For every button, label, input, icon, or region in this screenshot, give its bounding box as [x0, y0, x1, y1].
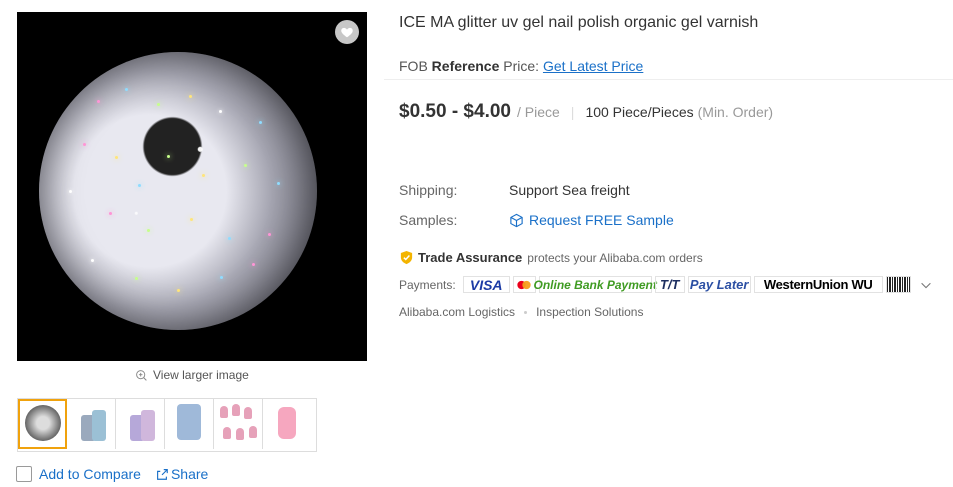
- trade-assurance-title: Trade Assurance: [418, 250, 523, 265]
- fob-reference: Reference: [431, 58, 500, 74]
- favorite-button[interactable]: [335, 20, 359, 44]
- min-order-label: (Min. Order): [697, 104, 774, 120]
- logistics-link[interactable]: Alibaba.com Logistics: [399, 305, 515, 319]
- trade-assurance-text: protects your Alibaba.com orders: [527, 250, 703, 265]
- inspection-link[interactable]: Inspection Solutions: [536, 305, 643, 319]
- view-larger-label: View larger image: [153, 368, 249, 382]
- price-range: $0.50 - $4.00: [399, 101, 511, 122]
- service-divider-dot: [524, 310, 528, 314]
- thumbnail-2[interactable]: [67, 399, 116, 449]
- share-icon[interactable]: [155, 467, 169, 481]
- main-product-image[interactable]: [17, 12, 367, 361]
- services-row: Alibaba.com Logistics Inspection Solutio…: [399, 305, 643, 319]
- get-latest-price-link[interactable]: Get Latest Price: [543, 58, 643, 74]
- mastercard-payment-logo: [512, 276, 536, 293]
- payments-label: Payments:: [399, 277, 456, 292]
- glitter-image: [39, 52, 317, 330]
- magnify-plus-icon: [136, 369, 147, 381]
- online-bank-payment-logo: Online Bank Payment: [533, 276, 657, 293]
- section-divider: [384, 79, 953, 80]
- western-union-logo: WesternUnion WU: [753, 276, 883, 293]
- price-divider: |: [570, 104, 575, 120]
- request-sample-link[interactable]: Request FREE Sample: [509, 212, 674, 228]
- shield-icon: [400, 250, 413, 265]
- share-link[interactable]: Share: [171, 466, 208, 482]
- sample-box-icon: [510, 213, 523, 227]
- fob-price-line: FOB Reference Price: Get Latest Price: [399, 58, 643, 74]
- shipping-value: Support Sea freight: [509, 182, 630, 198]
- price-row: $0.50 - $4.00 / Piece | 100 Piece/Pieces…: [399, 101, 773, 123]
- price-unit: / Piece: [516, 104, 560, 120]
- add-to-compare-label[interactable]: Add to Compare: [39, 466, 141, 482]
- thumbnail-4[interactable]: [165, 399, 214, 449]
- request-sample-label: Request FREE Sample: [529, 212, 674, 228]
- fob-suffix: Price:: [503, 58, 540, 74]
- chevron-down-icon[interactable]: [919, 278, 933, 292]
- product-title: ICE MA glitter uv gel nail polish organi…: [399, 14, 759, 31]
- samples-label: Samples:: [399, 212, 458, 228]
- min-order-quantity: 100 Piece/Pieces: [585, 104, 694, 120]
- thumbnail-gallery: [17, 398, 317, 452]
- thumbnail-5[interactable]: [214, 399, 263, 449]
- thumbnail-6[interactable]: [263, 399, 312, 449]
- heart-icon: [341, 27, 353, 38]
- fob-prefix: FOB: [399, 58, 428, 74]
- thumbnail-3[interactable]: [116, 399, 165, 449]
- mastercard-icon: [517, 280, 531, 289]
- view-larger-image-link[interactable]: View larger image: [135, 368, 249, 382]
- compare-share-row: Add to Compare Share: [16, 466, 208, 482]
- boleto-payment-logo: [885, 276, 911, 293]
- trade-assurance-row: Trade Assurance protects your Alibaba.co…: [399, 250, 703, 265]
- thumbnail-1[interactable]: [18, 399, 67, 449]
- compare-checkbox[interactable]: [16, 466, 32, 482]
- visa-payment-logo: VISA: [462, 276, 510, 293]
- payments-row: Payments: VISA Online Bank Payment T/T P…: [399, 276, 933, 293]
- shipping-label: Shipping:: [399, 182, 458, 198]
- pay-later-logo: Pay Later: [687, 276, 751, 293]
- tt-payment-logo: T/T: [654, 276, 685, 293]
